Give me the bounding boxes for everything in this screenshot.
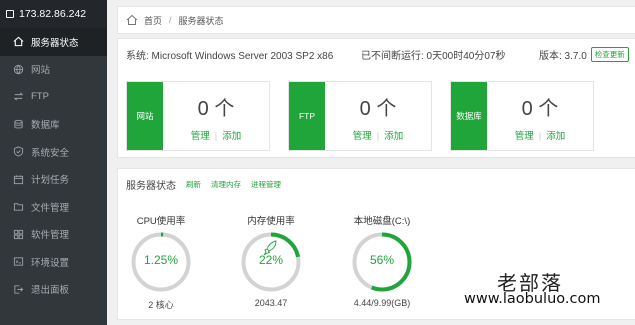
sidebar-item-files[interactable]: 文件管理 xyxy=(0,193,107,221)
sidebar-item-database[interactable]: 数据库 xyxy=(0,111,107,139)
system-info: 系统: Microsoft Windows Server 2003 SP2 x8… xyxy=(118,39,635,69)
card-tag: 数据库 xyxy=(451,82,487,150)
clear-memory-button[interactable]: 清理内存 xyxy=(211,179,241,190)
server-ip-header: 173.82.86.242 xyxy=(0,0,107,28)
server-icon xyxy=(6,10,14,18)
add-link[interactable]: 添加 xyxy=(384,131,403,142)
card-links: 管理 | 添加 xyxy=(514,131,566,142)
gauge-detail: 4.44/9.99(GB) xyxy=(353,298,411,308)
card-website: 网站 0 个 管理 | 添加 xyxy=(126,81,270,151)
system-panel: 系统: Microsoft Windows Server 2003 SP2 x8… xyxy=(117,38,635,158)
gauge-value: 56% xyxy=(369,253,395,267)
watermark-url: www.laobuluo.com xyxy=(464,291,601,307)
sidebar-item-website[interactable]: 网站 xyxy=(0,56,107,84)
sidebar-item-security[interactable]: 系统安全 xyxy=(0,138,107,166)
shield-icon xyxy=(12,146,24,158)
system-os: 系统: Microsoft Windows Server 2003 SP2 x8… xyxy=(126,50,334,62)
breadcrumb-home[interactable]: 首页 xyxy=(144,14,162,27)
sidebar-nav: 服务器状态 网站 FTP 数据库 系统安全 计划任务 文件管理 软件管理 环境设… xyxy=(0,28,107,303)
gauge-detail: 2 核心 xyxy=(148,300,174,310)
sidebar-item-software[interactable]: 软件管理 xyxy=(0,221,107,249)
manage-link[interactable]: 管理 xyxy=(191,131,210,142)
logout-icon xyxy=(12,283,24,295)
gauge-value: 22% xyxy=(258,253,284,267)
database-icon xyxy=(12,118,24,130)
sidebar: 173.82.86.242 服务器状态 网站 FTP 数据库 系统安全 计划任务 xyxy=(0,0,107,325)
gauge-ring: 1.25% xyxy=(130,231,192,293)
disk-gauge: 本地磁盘(C:\) 56% 4.44/9.99(GB) xyxy=(347,213,417,308)
sidebar-item-ftp[interactable]: FTP xyxy=(0,83,107,111)
panel-version: 版本: 3.7.0 xyxy=(539,50,587,62)
status-title: 服务器状态 xyxy=(126,181,176,192)
settings-icon xyxy=(12,256,24,268)
sidebar-item-server-status[interactable]: 服务器状态 xyxy=(0,28,107,56)
card-count: 0 个 xyxy=(359,98,397,120)
gauge-label: 内存使用率 xyxy=(247,216,295,227)
manage-link[interactable]: 管理 xyxy=(353,131,372,142)
card-links: 管理 | 添加 xyxy=(190,131,242,142)
apps-icon xyxy=(12,228,24,240)
refresh-button[interactable]: 刷新 xyxy=(186,179,201,190)
check-update-button[interactable]: 检查更新 xyxy=(590,46,629,62)
gauge-label: CPU使用率 xyxy=(136,216,186,227)
breadcrumb: 首页 / 服务器状态 xyxy=(117,6,635,34)
card-links: 管理 | 添加 xyxy=(352,131,404,142)
gauge-ring[interactable]: 22% xyxy=(240,231,302,293)
home-icon xyxy=(12,36,24,48)
transfer-icon xyxy=(12,91,24,103)
calendar-icon xyxy=(12,173,24,185)
sidebar-item-cron[interactable]: 计划任务 xyxy=(0,166,107,194)
memory-gauge: 内存使用率 22% 2043.47 xyxy=(236,213,306,308)
cpu-gauge: CPU使用率 1.25% 2 核心 xyxy=(126,213,196,311)
sidebar-item-settings[interactable]: 环境设置 xyxy=(0,248,107,276)
globe-icon xyxy=(12,63,24,75)
card-tag: 网站 xyxy=(127,82,163,150)
add-link[interactable]: 添加 xyxy=(222,131,241,142)
home-icon[interactable] xyxy=(126,14,138,26)
system-uptime: 已不间断运行: 0天00时40分07秒 xyxy=(361,50,506,62)
gauge-ring: 56% xyxy=(351,231,413,293)
server-ip: 173.82.86.242 xyxy=(19,8,87,20)
card-ftp: FTP 0 个 管理 | 添加 xyxy=(288,81,432,151)
card-database: 数据库 0 个 管理 | 添加 xyxy=(450,81,594,151)
gauge-label: 本地磁盘(C:\) xyxy=(353,216,411,227)
card-count: 0 个 xyxy=(197,98,235,120)
card-tag: FTP xyxy=(289,82,325,150)
status-header: 服务器状态 刷新 清理内存 进程管理 xyxy=(126,177,281,192)
manage-link[interactable]: 管理 xyxy=(515,131,534,142)
breadcrumb-separator: / xyxy=(169,15,172,25)
add-link[interactable]: 添加 xyxy=(546,131,565,142)
summary-cards: 网站 0 个 管理 | 添加 FTP 0 个 管理 | 添加 数据库 0 个 管理 | 添加 xyxy=(126,81,635,151)
gauge-detail: 2043.47 xyxy=(254,298,288,308)
breadcrumb-current: 服务器状态 xyxy=(178,15,224,26)
process-manager-button[interactable]: 进程管理 xyxy=(251,179,281,190)
gauge-value: 1.25% xyxy=(143,253,179,267)
folder-icon xyxy=(12,201,24,213)
card-count: 0 个 xyxy=(521,98,559,120)
sidebar-item-logout[interactable]: 退出面板 xyxy=(0,276,107,304)
